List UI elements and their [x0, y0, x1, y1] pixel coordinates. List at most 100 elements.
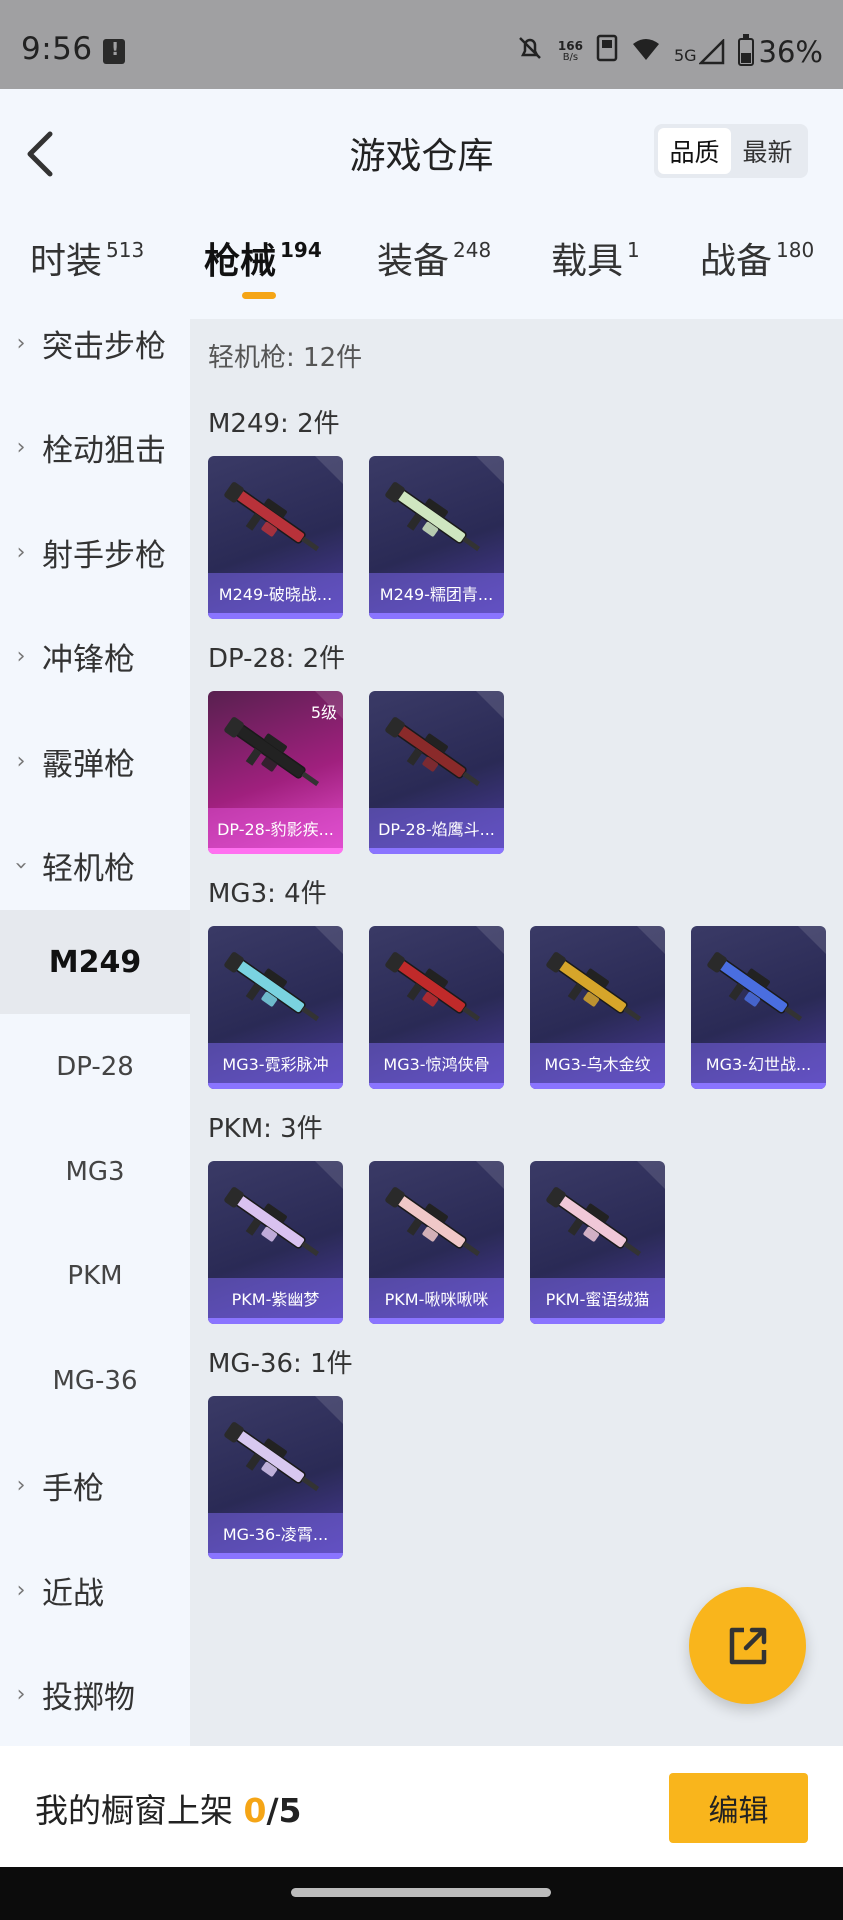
weapon-skin-card[interactable]: PKM-蜜语绒猫 — [530, 1161, 665, 1324]
weapon-skin-name: MG3-幻世战... — [691, 1043, 826, 1083]
share-button[interactable] — [689, 1587, 806, 1704]
weapon-grid: 轻机枪: 12件 M249: 2件 M249-破晓战... M249-糯团青... D… — [190, 319, 843, 1746]
weapon-skin-name: M249-破晓战... — [208, 573, 343, 613]
tab-firearms[interactable]: 枪械 194 — [204, 232, 322, 299]
gun-icon — [546, 952, 642, 1022]
chevron-right-icon: › — [16, 1472, 26, 1498]
sidebar-item-shotgun[interactable]: › 霰弹枪 — [0, 709, 190, 813]
weapon-skin-card[interactable]: PKM-紫幽梦 — [208, 1161, 343, 1324]
gun-icon — [224, 952, 320, 1022]
tab-equipment[interactable]: 装备 248 — [377, 232, 491, 284]
sidebar-subitem-pkm[interactable]: PKM — [0, 1224, 190, 1328]
gun-icon — [224, 717, 320, 787]
weapon-skin-card[interactable]: MG3-幻世战... — [691, 926, 826, 1089]
weapon-skin-card[interactable]: 5级 DP-28-豹影疾... — [208, 691, 343, 854]
weapon-skin-name: M249-糯团青... — [369, 573, 504, 613]
weapon-skin-name: PKM-啾咪啾咪 — [369, 1278, 504, 1318]
sidebar-item-bolt-sniper[interactable]: › 栓动狙击 — [0, 395, 190, 499]
group-title: DP-28: 2件 — [208, 644, 346, 674]
rarity-bar — [208, 1318, 343, 1324]
gun-icon — [385, 952, 481, 1022]
rarity-bar — [369, 613, 504, 619]
home-gesture-bar[interactable] — [291, 1888, 551, 1897]
weapon-skin-name: MG3-惊鸿侠骨 — [369, 1043, 504, 1083]
rarity-bar — [691, 1083, 826, 1089]
category-tabs: 时装 513 枪械 194 装备 248 载具 1 战备 180 — [0, 232, 843, 312]
weapon-skin-name: PKM-紫幽梦 — [208, 1278, 343, 1318]
sidebar-item-assault-rifle[interactable]: › 突击步枪 — [0, 319, 190, 395]
group-title: M249: 2件 — [208, 409, 340, 439]
weapon-skin-name: PKM-蜜语绒猫 — [530, 1278, 665, 1318]
rarity-bar — [208, 1083, 343, 1089]
weapon-skin-name: DP-28-豹影疾... — [208, 808, 343, 848]
weapon-category-sidebar: › 突击步枪 › 栓动狙击 › 射手步枪 › 冲锋枪 › 霰弹枪 › 轻机枪 M… — [0, 319, 190, 1746]
weapon-skin-name: MG3-霓彩脉冲 — [208, 1043, 343, 1083]
gun-icon — [546, 1187, 642, 1257]
battery-icon — [737, 33, 754, 66]
chevron-right-icon: › — [16, 539, 26, 565]
gun-icon — [224, 1422, 320, 1492]
weapon-skin-card[interactable]: PKM-啾咪啾咪 — [369, 1161, 504, 1324]
sort-option-quality[interactable]: 品质 — [658, 128, 731, 174]
weapon-skin-card[interactable]: MG3-惊鸿侠骨 — [369, 926, 504, 1089]
gun-icon — [385, 482, 481, 552]
chevron-right-icon: › — [16, 1681, 26, 1707]
weapon-skin-name: MG-36-凌霄... — [208, 1513, 343, 1553]
tab-fashion[interactable]: 时装 513 — [30, 232, 144, 284]
chevron-right-icon: › — [16, 643, 26, 669]
battery-level: 36% — [758, 34, 823, 69]
weapon-skin-card[interactable]: MG-36-凌霄... — [208, 1396, 343, 1559]
tab-vehicles[interactable]: 载具 1 — [551, 232, 640, 284]
sidebar-subitem-mg3[interactable]: MG3 — [0, 1120, 190, 1224]
weapon-skin-card[interactable]: M249-破晓战... — [208, 456, 343, 619]
sidebar-item-melee[interactable]: › 近战 — [0, 1538, 190, 1642]
gun-icon — [707, 952, 803, 1022]
gun-icon — [224, 482, 320, 552]
rarity-bar — [369, 1083, 504, 1089]
sidebar-item-throwable[interactable]: › 投掷物 — [0, 1642, 190, 1746]
header: 游戏仓库 品质 最新 时装 513 枪械 194 装备 248 载具 1 战备 180 — [0, 89, 843, 319]
sidebar-item-smg[interactable]: › 冲锋枪 — [0, 604, 190, 708]
vibrate-icon — [596, 34, 618, 69]
weapon-skin-card[interactable]: M249-糯团青... — [369, 456, 504, 619]
sidebar-subitem-m249[interactable]: M249 — [0, 910, 190, 1014]
rarity-bar — [208, 848, 343, 854]
weapon-skin-card[interactable]: MG3-乌木金纹 — [530, 926, 665, 1089]
rarity-bar — [369, 1318, 504, 1324]
sim-alert-icon — [103, 39, 125, 64]
tab-active-indicator — [242, 292, 276, 299]
wifi-icon — [631, 35, 661, 69]
tab-supplies[interactable]: 战备 180 — [700, 232, 814, 284]
edit-button[interactable]: 编辑 — [669, 1773, 808, 1843]
category-total: 轻机枪: 12件 — [208, 343, 363, 373]
chevron-down-icon: › — [8, 860, 34, 870]
chevron-right-icon: › — [16, 434, 26, 460]
share-icon — [729, 1627, 766, 1664]
weapon-skin-card[interactable]: DP-28-焰鹰斗... — [369, 691, 504, 854]
status-bar: 9:56 166 B/s 5G 36% — [0, 0, 843, 89]
sidebar-item-pistol[interactable]: › 手枪 — [0, 1433, 190, 1537]
sidebar-item-dmr[interactable]: › 射手步枪 — [0, 500, 190, 604]
gun-icon — [385, 1187, 481, 1257]
group-title: MG-36: 1件 — [208, 1349, 353, 1379]
gun-icon — [224, 1187, 320, 1257]
weapon-skin-name: MG3-乌木金纹 — [530, 1043, 665, 1083]
rarity-bar — [208, 1553, 343, 1559]
rarity-bar — [208, 613, 343, 619]
rarity-bar — [530, 1318, 665, 1324]
rarity-bar — [530, 1083, 665, 1089]
level-badge: 5级 — [310, 703, 337, 722]
rarity-bar — [369, 848, 504, 854]
sort-option-newest[interactable]: 最新 — [731, 128, 804, 174]
sidebar-item-lmg[interactable]: › 轻机枪 — [0, 813, 190, 917]
sidebar-subitem-dp28[interactable]: DP-28 — [0, 1015, 190, 1119]
chevron-right-icon: › — [16, 330, 26, 356]
showcase-bar: 我的橱窗上架 0/5 编辑 — [0, 1746, 843, 1867]
system-nav-bar — [0, 1867, 843, 1920]
showcase-status: 我的橱窗上架 0/5 — [35, 1791, 302, 1830]
weapon-skin-name: DP-28-焰鹰斗... — [369, 808, 504, 848]
bell-off-icon — [515, 33, 545, 70]
group-title: MG3: 4件 — [208, 879, 327, 909]
weapon-skin-card[interactable]: MG3-霓彩脉冲 — [208, 926, 343, 1089]
sidebar-subitem-mg36[interactable]: MG-36 — [0, 1329, 190, 1433]
